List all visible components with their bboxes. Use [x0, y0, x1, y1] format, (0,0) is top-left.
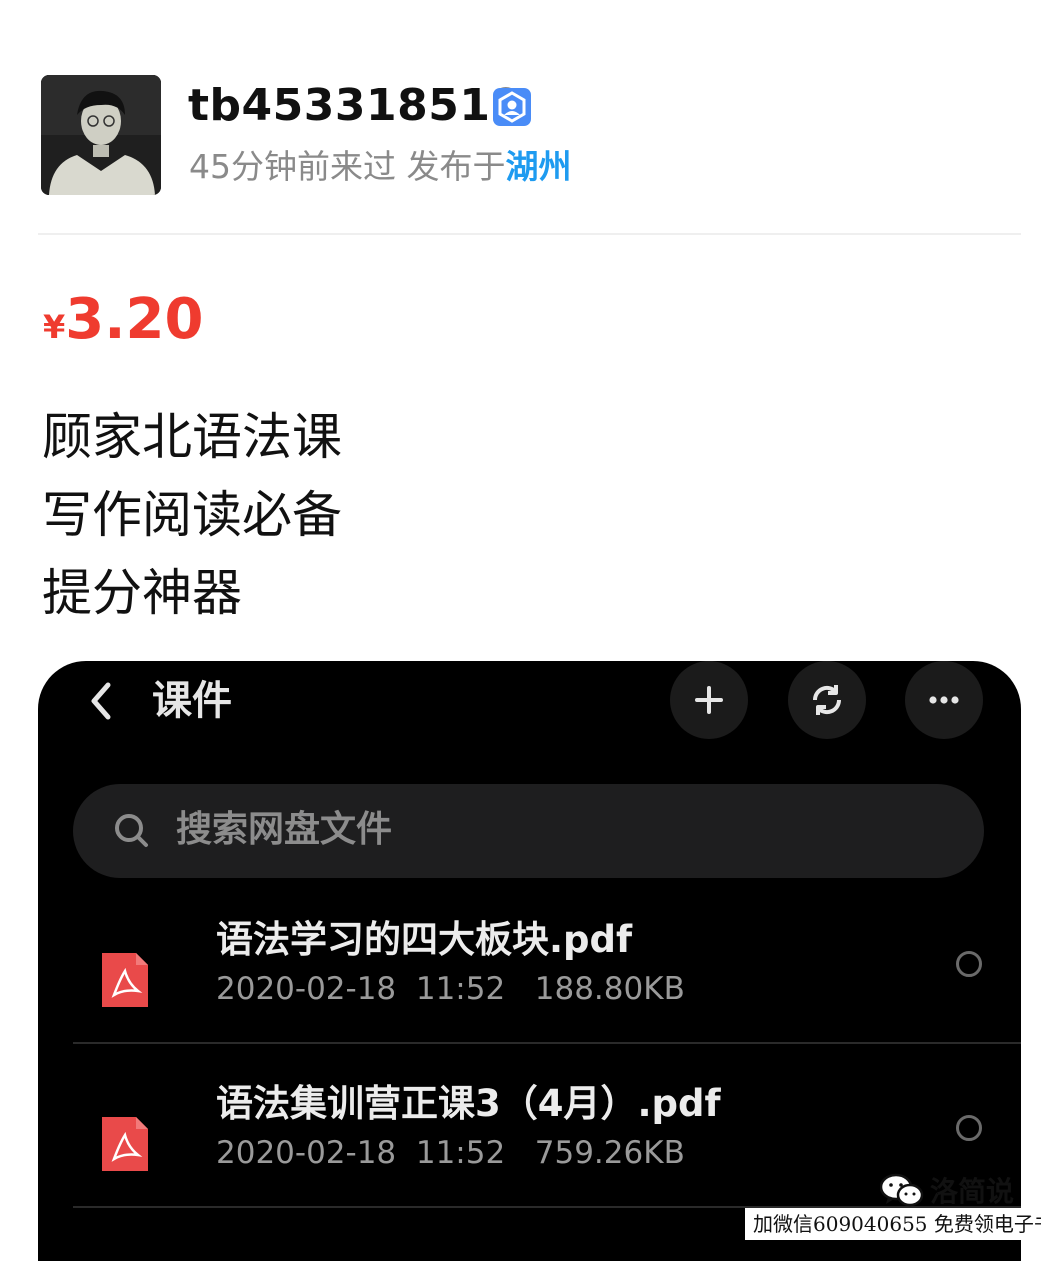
file-meta: 2020-02-18 11:52 188.80KB	[216, 969, 685, 1009]
last-seen: 45分钟前来过	[189, 147, 396, 186]
watermark-name: 洛简说	[930, 1175, 1015, 1208]
file-date: 2020-02-18 11:52	[216, 971, 506, 1007]
row-divider	[73, 1042, 1021, 1044]
refresh-icon	[812, 685, 842, 715]
location-link[interactable]: 湖州	[506, 147, 572, 186]
file-date: 2020-02-18 11:52	[216, 1135, 506, 1171]
pdf-icon	[102, 1117, 148, 1171]
file-name: 语法学习的四大板块.pdf	[216, 918, 633, 961]
currency-symbol: ¥	[43, 308, 66, 346]
watermark-text: 加微信609040655 免费领电子书	[753, 1212, 1041, 1236]
add-icon	[695, 686, 723, 714]
description-line: 提分神器	[42, 564, 242, 622]
file-meta: 2020-02-18 11:52 759.26KB	[216, 1133, 685, 1173]
listing-image[interactable]: 课件 搜索网盘文件 语法学习的四大板块.pdf 2020-02-18 11:52…	[38, 661, 1021, 1261]
seller-name[interactable]: tb453318518	[188, 80, 522, 132]
published-prefix: 发布于	[406, 147, 506, 186]
more-button	[905, 661, 983, 739]
folder-title: 课件	[152, 678, 232, 724]
price-value: 3.20	[65, 287, 204, 352]
seller-meta: 45分钟前来过 发布于湖州	[189, 145, 572, 189]
avatar-photo	[41, 75, 161, 195]
file-row: 语法学习的四大板块.pdf 2020-02-18 11:52 188.80KB	[38, 881, 1021, 1043]
file-size: 759.26KB	[534, 1135, 685, 1171]
pdf-icon	[102, 953, 148, 1007]
description-line: 顾家北语法课	[42, 408, 342, 466]
watermark-strip: 加微信609040655 免费领电子书	[745, 1208, 1041, 1240]
file-row: 语法集训营正课3（4月）.pdf 2020-02-18 11:52 759.26…	[38, 1045, 1021, 1207]
divider	[38, 233, 1021, 235]
add-button	[670, 661, 748, 739]
select-radio	[956, 951, 982, 977]
avatar[interactable]	[41, 75, 161, 195]
description-line: 写作阅读必备	[42, 486, 342, 544]
more-icon	[929, 696, 959, 704]
back-icon	[91, 682, 111, 720]
file-name: 语法集训营正课3（4月）.pdf	[216, 1082, 721, 1125]
select-radio	[956, 1115, 982, 1141]
search-bar: 搜索网盘文件	[73, 784, 984, 878]
search-placeholder: 搜索网盘文件	[176, 809, 393, 850]
wechat-icon	[880, 1173, 924, 1207]
verified-user-icon	[493, 88, 531, 126]
search-icon	[115, 814, 148, 847]
refresh-button	[788, 661, 866, 739]
listing-description: 顾家北语法课 写作阅读必备 提分神器	[42, 398, 342, 632]
file-size: 188.80KB	[534, 971, 685, 1007]
price: ¥3.20	[43, 288, 203, 365]
